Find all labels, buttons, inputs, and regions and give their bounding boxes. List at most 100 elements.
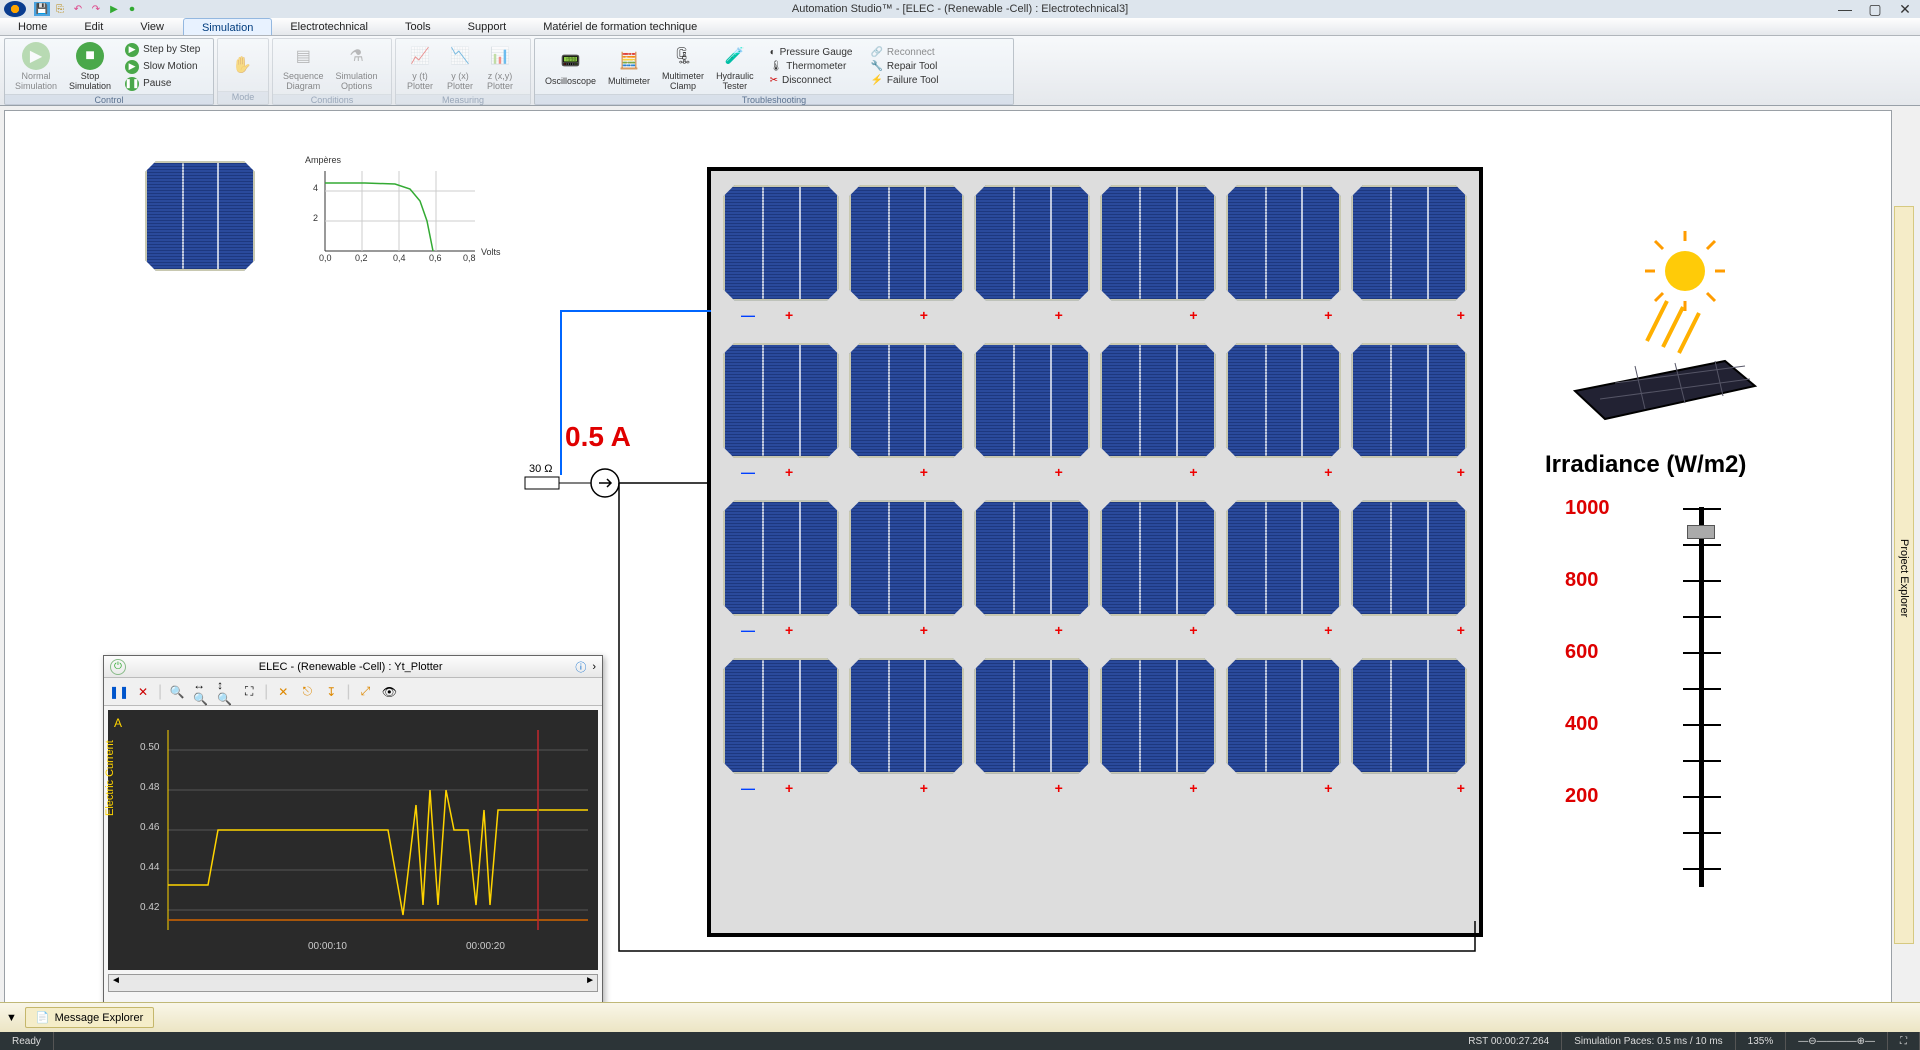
zoom-tool-icon[interactable]: 🔍: [168, 683, 186, 701]
reconnect-button[interactable]: 🔗Reconnect: [866, 46, 942, 59]
pause-button[interactable]: ❚❚Pause: [121, 76, 204, 92]
tab-simulation[interactable]: Simulation: [183, 18, 272, 35]
irradiance-slider[interactable]: 1000 800 600 400 200: [1565, 497, 1745, 877]
step-by-step-button[interactable]: ▶Step by Step: [121, 42, 204, 58]
qa-redo-icon[interactable]: ↷: [88, 2, 104, 16]
tab-electrotechnical[interactable]: Electrotechnical: [272, 18, 387, 35]
minimize-button[interactable]: —: [1830, 0, 1860, 18]
panel-cell[interactable]: [723, 658, 839, 774]
panel-cell[interactable]: [1100, 343, 1216, 459]
tab-view[interactable]: View: [122, 18, 183, 35]
zxy-plotter-button[interactable]: 📊z (x,y) Plotter: [480, 40, 520, 93]
mode-button[interactable]: ✋: [222, 49, 262, 82]
message-explorer-button[interactable]: 📄 Message Explorer: [25, 1007, 154, 1028]
panel-cell[interactable]: [974, 185, 1090, 301]
panel-cell[interactable]: [723, 500, 839, 616]
panel-cell[interactable]: [1226, 185, 1342, 301]
qa-undo-icon[interactable]: ↶: [70, 2, 86, 16]
qa-stop-icon[interactable]: ⏺: [124, 2, 140, 16]
snap-icon[interactable]: ⤢: [356, 683, 374, 701]
panel-cell[interactable]: [974, 500, 1090, 616]
multimeter-clamp-button[interactable]: 🗜Multimeter Clamp: [656, 40, 710, 93]
normal-simulation-button[interactable]: ▶ Normal Simulation: [9, 40, 63, 93]
pause-tool-icon[interactable]: ❚❚: [110, 683, 128, 701]
sequence-diagram-button[interactable]: ▤Sequence Diagram: [277, 40, 330, 93]
yt-plotter-button[interactable]: 📈y (t) Plotter: [400, 40, 440, 93]
repair-tool-button[interactable]: 🔧Repair Tool: [866, 60, 942, 73]
expand-icon[interactable]: ›: [592, 661, 596, 673]
ribbon-group-mode: ✋ Mode: [217, 38, 269, 105]
plus-terminal: +: [906, 780, 1041, 802]
thermometer-button[interactable]: 🌡Thermometer: [766, 60, 857, 73]
hide-pane-icon[interactable]: ▼: [6, 1012, 17, 1024]
pressure-gauge-button[interactable]: ◐Pressure Gauge: [766, 46, 857, 59]
slow-motion-button[interactable]: ▶Slow Motion: [121, 59, 204, 75]
tab-support[interactable]: Support: [450, 18, 526, 35]
cursor3-icon[interactable]: ↧: [322, 683, 340, 701]
plotter-title-bar[interactable]: ⏻ ELEC - (Renewable -Cell) : Yt_Plotter …: [104, 656, 602, 678]
panel-cell[interactable]: [974, 343, 1090, 459]
zoom-x-icon[interactable]: ↔🔍: [192, 683, 210, 701]
single-solar-cell[interactable]: [145, 161, 255, 271]
slow-icon: ▶: [125, 60, 139, 74]
panel-cell[interactable]: [849, 500, 965, 616]
diagram-canvas[interactable]: Ampères 4 2 0,0 0,2 0,4 0,6 0,8 Volts 0.…: [4, 110, 1892, 1038]
close-button[interactable]: ✕: [1890, 0, 1920, 18]
panel-cell[interactable]: [1351, 658, 1467, 774]
cursor1-icon[interactable]: ✕: [274, 683, 292, 701]
fit-icon[interactable]: ⛶: [240, 683, 258, 701]
current-readout: 0.5 A: [565, 421, 631, 453]
qa-play-icon[interactable]: ▶: [106, 2, 122, 16]
panel-cell[interactable]: [849, 343, 965, 459]
panel-cell[interactable]: [1351, 500, 1467, 616]
panel-cell[interactable]: [1100, 500, 1216, 616]
panel-cell[interactable]: [1226, 343, 1342, 459]
tab-edit[interactable]: Edit: [66, 18, 122, 35]
yx-plotter-button[interactable]: 📉y (x) Plotter: [440, 40, 480, 93]
solar-panel-array[interactable]: —++++++—++++++—++++++—++++++: [707, 167, 1483, 937]
panel-cell[interactable]: [723, 343, 839, 459]
panel-cell[interactable]: [1351, 185, 1467, 301]
qa-copy-icon[interactable]: ⎘: [52, 2, 68, 16]
panel-cell[interactable]: [849, 658, 965, 774]
simulation-options-button[interactable]: ⚗Simulation Options: [330, 40, 384, 93]
plus-terminal: +: [1175, 307, 1310, 329]
plus-terminal: +: [906, 464, 1041, 486]
project-explorer-tab[interactable]: Project Explorer: [1894, 206, 1914, 944]
eye-icon[interactable]: 👁: [380, 683, 398, 701]
plotter-scrollbar[interactable]: [108, 974, 598, 992]
fit-screen-icon[interactable]: ⛶: [1888, 1032, 1920, 1050]
plus-terminal: +: [771, 464, 906, 486]
power-icon[interactable]: ⏻: [110, 659, 126, 675]
hydraulic-tester-button[interactable]: 🧪Hydraulic Tester: [710, 40, 760, 93]
clear-tool-icon[interactable]: ✕: [134, 683, 152, 701]
panel-cell[interactable]: [974, 658, 1090, 774]
status-zoom: 135%: [1736, 1032, 1787, 1050]
panel-cell[interactable]: [1226, 658, 1342, 774]
panel-cell[interactable]: [1100, 185, 1216, 301]
yt-plotter-window[interactable]: ⏻ ELEC - (Renewable -Cell) : Yt_Plotter …: [103, 655, 603, 1007]
status-paces: Simulation Paces: 0.5 ms / 10 ms: [1562, 1032, 1735, 1050]
slider-knob[interactable]: [1687, 525, 1715, 539]
title-bar: 💾 ⎘ ↶ ↷ ▶ ⏺ Automation Studio™ - [ELEC -…: [0, 0, 1920, 18]
panel-cell[interactable]: [1100, 658, 1216, 774]
tab-training[interactable]: Matériel de formation technique: [525, 18, 716, 35]
panel-cell[interactable]: [723, 185, 839, 301]
panel-cell[interactable]: [849, 185, 965, 301]
help-icon[interactable]: ⓘ: [575, 659, 586, 675]
panel-cell[interactable]: [1351, 343, 1467, 459]
failure-tool-button[interactable]: ⚡Failure Tool: [866, 74, 942, 87]
oscilloscope-button[interactable]: 📟Oscilloscope: [539, 45, 602, 88]
stop-simulation-button[interactable]: ■ Stop Simulation: [63, 40, 117, 93]
zoom-slider[interactable]: —⊖————⊕—: [1786, 1032, 1888, 1050]
cursor2-icon[interactable]: ⎋: [298, 683, 316, 701]
tab-tools[interactable]: Tools: [387, 18, 450, 35]
qa-save-icon[interactable]: 💾: [34, 2, 50, 16]
panel-cell[interactable]: [1226, 500, 1342, 616]
zoom-y-icon[interactable]: ↕🔍: [216, 683, 234, 701]
tab-home[interactable]: Home: [0, 18, 66, 35]
plus-terminal: +: [1310, 464, 1445, 486]
maximize-button[interactable]: ▢: [1860, 0, 1890, 18]
multimeter-button[interactable]: 🧮Multimeter: [602, 45, 656, 88]
disconnect-button[interactable]: ✂Disconnect: [766, 74, 857, 87]
